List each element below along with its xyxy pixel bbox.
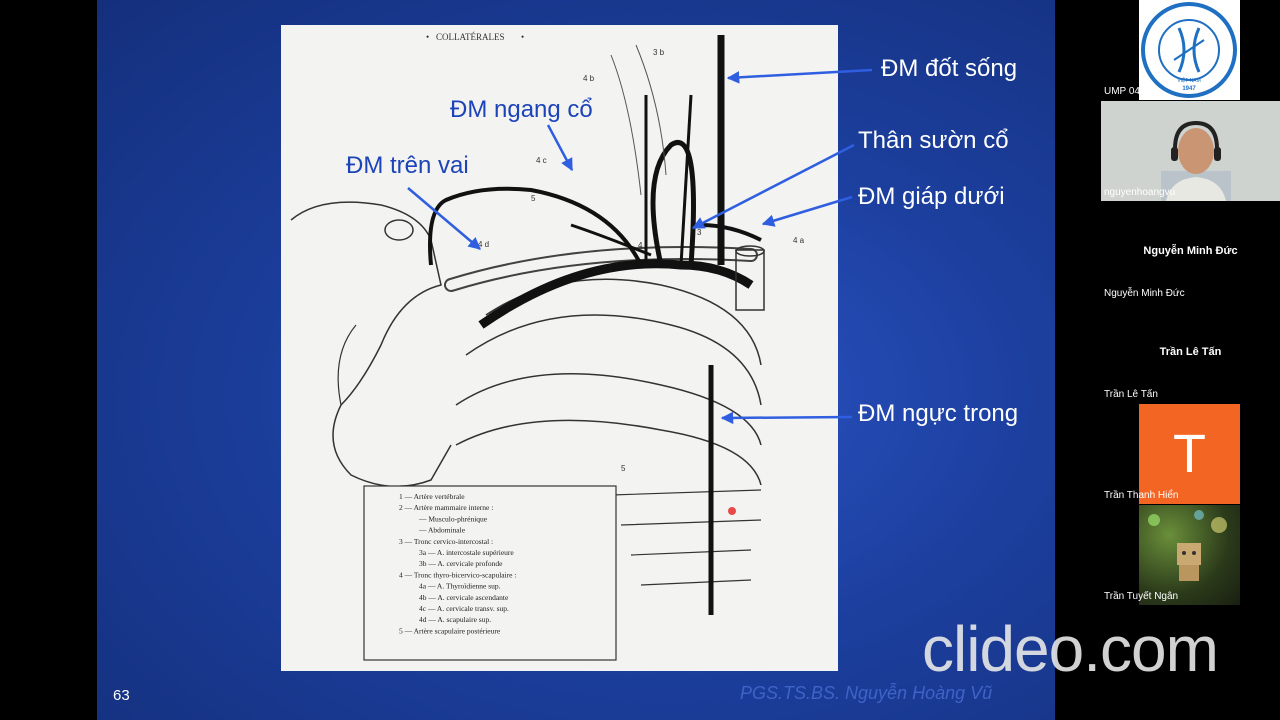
participant-tile[interactable]: Nguyễn Minh Đức Nguyễn Minh Đức [1101,202,1280,302]
label-suprascapular-artery: ĐM trên vai [346,152,469,179]
participant-tile[interactable]: T Trần Thanh Hiển [1101,404,1280,504]
watermark: clideo.com [922,613,1219,685]
university-logo: 1947 VIỆT NAM [1139,0,1240,100]
participant-tile[interactable]: Trần Tuyết Ngân [1101,505,1280,605]
slide-author: PGS.TS.BS. Nguyễn Hoàng Vũ [740,683,993,703]
slide-number: 63 [113,687,130,704]
participant-name: nguyenhoangvu [1104,187,1176,198]
participant-tile[interactable]: 1947 VIỆT NAM UMP 04 [1101,0,1280,100]
label-vertebral-artery: ĐM đốt sống [881,55,1018,82]
participant-name: UMP 04 [1104,86,1140,97]
participant-avatar: T [1139,404,1240,504]
label-internal-thoracic-artery: ĐM ngực trong [858,400,1019,427]
participant-image [1139,505,1240,605]
participant-name: Trần Thanh Hiển [1104,490,1179,501]
label-inferior-thyroid-artery: ĐM giáp dưới [858,183,1005,210]
participant-name: Trần Lê Tấn [1104,389,1158,400]
participant-name: Trần Tuyết Ngân [1104,591,1179,602]
label-costocervical-trunk: Thân sườn cổ [858,127,1009,154]
logo-year: 1947 [1182,86,1196,92]
participant-tile[interactable]: nguyenhoangvu [1101,101,1280,201]
participant-tile[interactable]: Trần Lê Tấn Trần Lê Tấn [1101,303,1280,403]
participant-name: Nguyễn Minh Đức [1104,288,1185,299]
logo-country: VIỆT NAM [1177,76,1201,84]
participant-display-name: Trần Lê Tấn [1159,346,1222,358]
label-transverse-cervical-artery: ĐM ngang cổ [450,96,593,123]
participant-display-name: Nguyễn Minh Đức [1143,245,1238,257]
